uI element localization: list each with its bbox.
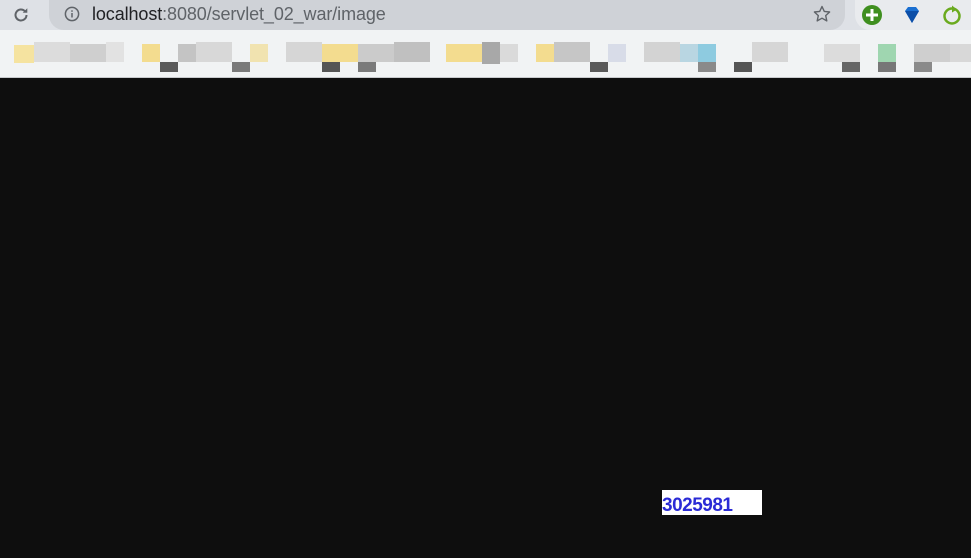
info-icon[interactable]	[64, 6, 80, 22]
blurred-bookmark[interactable]	[446, 44, 482, 62]
blurred-bookmark[interactable]	[142, 44, 160, 62]
blurred-bookmark[interactable]	[590, 62, 608, 72]
address-url[interactable]: localhost:8080/servlet_02_war/image	[92, 4, 386, 25]
blurred-bookmark[interactable]	[286, 42, 322, 62]
reload-button[interactable]	[8, 3, 34, 27]
blurred-bookmark[interactable]	[878, 44, 896, 62]
blurred-bookmark[interactable]	[500, 44, 518, 62]
bookmark-star-icon[interactable]	[812, 4, 832, 24]
browser-toolbar: localhost:8080/servlet_02_war/image	[0, 0, 971, 30]
blurred-bookmark[interactable]	[106, 42, 124, 62]
blurred-bookmark[interactable]	[322, 44, 358, 62]
blurred-bookmark[interactable]	[644, 42, 680, 62]
blurred-bookmark[interactable]	[196, 42, 232, 62]
blurred-bookmark[interactable]	[232, 62, 250, 72]
blurred-bookmark[interactable]	[878, 62, 896, 72]
blurred-bookmark[interactable]	[70, 44, 106, 62]
extensions-area	[855, 0, 971, 30]
address-path: :8080/servlet_02_war/image	[162, 4, 386, 24]
blurred-bookmark[interactable]	[824, 44, 860, 62]
blurred-bookmark[interactable]	[322, 62, 340, 72]
bookmarks-bar	[0, 30, 971, 78]
blurred-bookmark[interactable]	[734, 62, 752, 72]
blurred-bookmark[interactable]	[160, 62, 178, 72]
green-refresh-extension-icon[interactable]	[941, 4, 963, 26]
reload-icon	[14, 8, 28, 22]
address-host: localhost	[92, 4, 163, 24]
blurred-bookmark[interactable]	[914, 62, 932, 72]
blurred-bookmark[interactable]	[752, 42, 788, 62]
blurred-bookmark[interactable]	[698, 62, 716, 72]
blurred-bookmark[interactable]	[358, 62, 376, 72]
blurred-bookmark[interactable]	[914, 44, 950, 62]
blurred-bookmark[interactable]	[14, 45, 34, 63]
green-plus-extension-icon[interactable]	[861, 4, 883, 26]
blurred-bookmark[interactable]	[34, 42, 70, 62]
blurred-bookmark[interactable]	[842, 62, 860, 72]
blurred-bookmark[interactable]	[358, 44, 394, 62]
blurred-bookmark[interactable]	[698, 44, 716, 62]
blurred-bookmark[interactable]	[178, 44, 196, 62]
blurred-bookmark[interactable]	[608, 44, 626, 62]
page-content: 3025981	[0, 78, 971, 558]
address-bar[interactable]: localhost:8080/servlet_02_war/image	[49, 0, 845, 30]
verification-code-text: 3025981	[662, 495, 733, 515]
verification-code-image: 3025981	[662, 490, 762, 515]
blurred-bookmark[interactable]	[950, 44, 971, 62]
blue-diamond-extension-icon[interactable]	[901, 4, 923, 26]
blurred-bookmark[interactable]	[394, 42, 430, 62]
blurred-bookmark[interactable]	[536, 44, 554, 62]
blurred-bookmark[interactable]	[554, 42, 590, 62]
blurred-bookmark[interactable]	[680, 44, 698, 62]
blurred-bookmark[interactable]	[250, 44, 268, 62]
blurred-bookmark[interactable]	[482, 42, 500, 64]
